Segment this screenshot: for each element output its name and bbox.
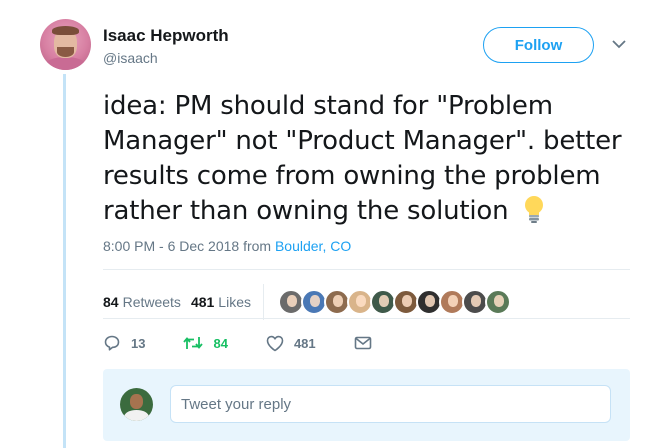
reply-composer — [103, 369, 630, 441]
tweet-meta: 8:00 PM - 6 Dec 2018 from Boulder, CO — [103, 238, 351, 254]
tweet-text: idea: PM should stand for "Problem Manag… — [103, 89, 643, 229]
author-display-name[interactable]: Isaac Hepworth — [103, 26, 229, 46]
likes-stat[interactable]: 481 Likes — [191, 294, 251, 310]
reply-icon — [104, 335, 120, 351]
reply-count: 13 — [131, 335, 146, 351]
lightbulb-icon — [525, 195, 544, 223]
reply-button[interactable]: 13 — [103, 334, 145, 352]
liker-avatar[interactable] — [484, 289, 511, 315]
divider — [103, 318, 630, 319]
retweets-count: 84 — [103, 294, 119, 310]
likes-count: 481 — [190, 294, 215, 310]
tweet-timestamp[interactable]: 8:00 PM - 6 Dec 2018 — [103, 238, 239, 254]
retweet-count: 84 — [213, 335, 228, 351]
heart-icon — [266, 335, 284, 351]
tweet-text-line: results come from owning the problem — [103, 161, 601, 191]
retweet-icon — [183, 337, 204, 349]
tweet-text-line: Manager" not "Product Manager". better — [103, 126, 622, 156]
like-count: 481 — [293, 335, 316, 351]
retweet-button[interactable]: 84 — [183, 335, 228, 351]
stats-separator — [262, 284, 264, 320]
chevron-down-icon[interactable] — [612, 39, 626, 49]
envelope-icon — [354, 336, 371, 350]
divider — [103, 269, 630, 270]
retweets-stat[interactable]: 84 Retweets — [103, 294, 181, 310]
direct-message-button[interactable] — [354, 336, 382, 350]
retweets-label: Retweets — [122, 294, 181, 310]
likes-label: Likes — [218, 294, 251, 310]
tweet-stats: 84 Retweets 481 Likes — [103, 284, 511, 320]
reply-input[interactable] — [170, 385, 611, 423]
likers-avatars — [277, 289, 511, 315]
tweet-actions: 13 84 481 — [103, 334, 420, 352]
tweet-location[interactable]: Boulder, CO — [275, 238, 351, 254]
tweet-text-line: rather than owning the solution — [103, 196, 509, 226]
author-handle[interactable]: @isaach — [103, 50, 158, 66]
tweet-text-line: idea: PM should stand for "Problem — [103, 91, 553, 121]
viewer-avatar — [120, 388, 153, 421]
thread-line — [63, 74, 66, 448]
from-label: from — [243, 238, 272, 254]
like-button[interactable]: 481 — [266, 335, 316, 352]
author-avatar[interactable] — [40, 19, 91, 70]
follow-button[interactable]: Follow — [483, 27, 594, 63]
